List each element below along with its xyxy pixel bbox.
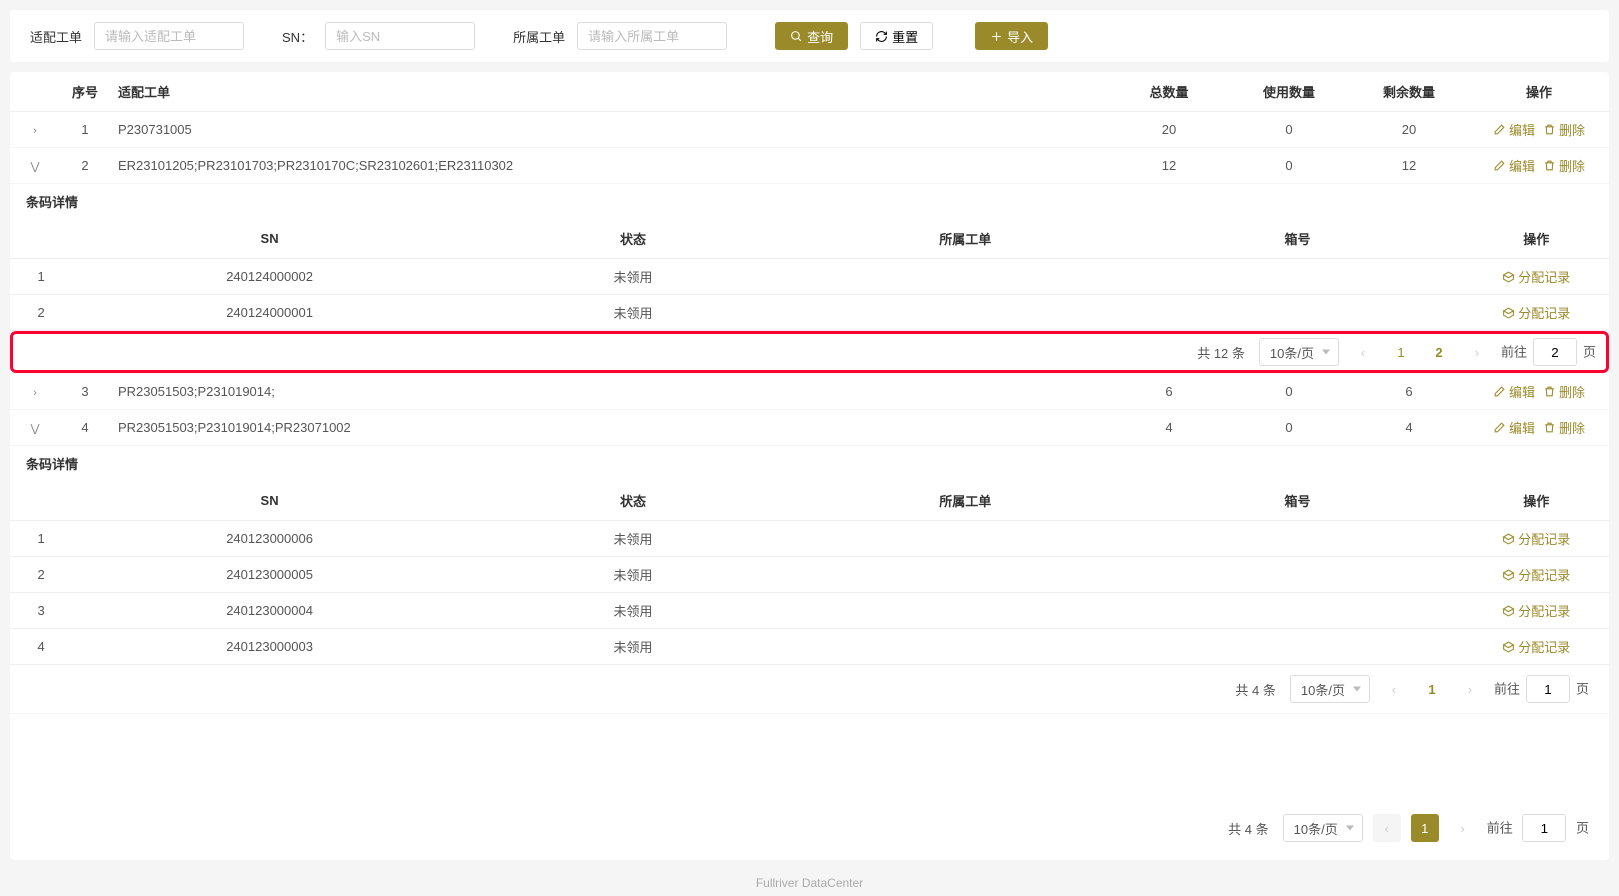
main-pagination: 共 4 条 10条/页 ‹ 1 › 前往 页 xyxy=(10,804,1609,852)
footer: Fullriver DataCenter xyxy=(0,870,1619,896)
import-button[interactable]: 导入 xyxy=(975,22,1048,50)
page-total: 共 4 条 xyxy=(1228,819,1268,838)
page-prev[interactable]: ‹ xyxy=(1373,814,1401,842)
page-prev[interactable]: ‹ xyxy=(1349,338,1377,366)
page-goto: 前往页 xyxy=(1501,338,1596,366)
detail-pagination: 共 12 条 10条/页 ‹ 12 › 前往页 xyxy=(10,331,1609,373)
main-table: 序号 适配工单 总数量 使用数量 剩余数量 操作 › 1 P230731005 … xyxy=(10,72,1609,714)
page-goto-input[interactable] xyxy=(1526,675,1570,703)
refresh-icon xyxy=(875,30,888,43)
alloc-button[interactable]: 分配记录 xyxy=(1502,303,1570,322)
page-goto: 前往 页 xyxy=(1487,814,1589,842)
page-1[interactable]: 1 xyxy=(1411,814,1439,842)
detail-row: 1 240123000006 未领用 分配记录 xyxy=(10,521,1609,557)
col-order: 适配工单 xyxy=(110,72,1109,112)
plus-icon xyxy=(990,30,1003,43)
search-icon xyxy=(790,30,803,43)
main-panel: 序号 适配工单 总数量 使用数量 剩余数量 操作 › 1 P230731005 … xyxy=(10,72,1609,860)
page-2[interactable]: 2 xyxy=(1425,338,1453,366)
owner-input[interactable] xyxy=(577,22,727,50)
col-total: 总数量 xyxy=(1109,72,1229,112)
table-row: › 3 PR23051503;P231019014; 6 0 6 编辑删除 xyxy=(10,374,1609,410)
page-total: 共 4 条 xyxy=(1235,680,1275,699)
page-1[interactable]: 1 xyxy=(1418,675,1446,703)
detail-title: 条码详情 xyxy=(10,184,1609,219)
expand-toggle[interactable]: ⋁ xyxy=(30,160,39,173)
alloc-button[interactable]: 分配记录 xyxy=(1502,601,1570,620)
detail-row: 3 240123000004 未领用 分配记录 xyxy=(10,593,1609,629)
edit-button[interactable]: 编辑 xyxy=(1493,156,1535,175)
table-row: › 1 P230731005 20 0 20 编辑删除 xyxy=(10,112,1609,148)
expand-toggle[interactable]: › xyxy=(33,387,37,399)
page-size-select[interactable]: 10条/页 xyxy=(1290,675,1370,703)
page-next[interactable]: › xyxy=(1456,675,1484,703)
sn-label: SN： xyxy=(282,27,313,46)
page-goto-input[interactable] xyxy=(1533,338,1577,366)
detail-row: 1 240124000002 未领用 分配记录 xyxy=(10,259,1609,295)
detail-pagination: 共 4 条 10条/页 ‹ 1 › 前往页 xyxy=(10,665,1609,713)
col-remain: 剩余数量 xyxy=(1349,72,1469,112)
table-row: ⋁ 2 ER23101205;PR23101703;PR2310170C;SR2… xyxy=(10,148,1609,184)
edit-button[interactable]: 编辑 xyxy=(1493,120,1535,139)
page-next[interactable]: › xyxy=(1449,814,1477,842)
alloc-button[interactable]: 分配记录 xyxy=(1502,267,1570,286)
expand-toggle[interactable]: › xyxy=(33,125,37,137)
page-total: 共 12 条 xyxy=(1197,343,1245,362)
detail-title: 条码详情 xyxy=(10,446,1609,481)
table-row: ⋁ 4 PR23051503;P231019014;PR23071002 4 0… xyxy=(10,410,1609,446)
delete-button[interactable]: 删除 xyxy=(1543,120,1585,139)
page-size-select[interactable]: 10条/页 xyxy=(1283,814,1363,842)
order-label: 适配工单 xyxy=(30,27,82,46)
delete-button[interactable]: 删除 xyxy=(1543,156,1585,175)
delete-button[interactable]: 删除 xyxy=(1543,382,1585,401)
detail-table: SN 状态 所属工单 箱号 操作 1 240124000002 未领用 分配记录… xyxy=(10,219,1609,331)
page-goto-input[interactable] xyxy=(1522,814,1566,842)
edit-button[interactable]: 编辑 xyxy=(1493,382,1535,401)
alloc-button[interactable]: 分配记录 xyxy=(1502,565,1570,584)
filter-bar: 适配工单 SN： 所属工单 查询 重置 导入 xyxy=(10,10,1609,62)
col-used: 使用数量 xyxy=(1229,72,1349,112)
expand-toggle[interactable]: ⋁ xyxy=(30,422,39,435)
sn-input[interactable] xyxy=(325,22,475,50)
detail-row: 2 240124000001 未领用 分配记录 xyxy=(10,295,1609,331)
reset-button[interactable]: 重置 xyxy=(860,22,933,50)
edit-button[interactable]: 编辑 xyxy=(1493,418,1535,437)
page-size-select[interactable]: 10条/页 xyxy=(1259,338,1339,366)
detail-row: 4 240123000003 未领用 分配记录 xyxy=(10,629,1609,665)
owner-label: 所属工单 xyxy=(513,27,565,46)
page-goto: 前往页 xyxy=(1494,675,1589,703)
detail-table: SN 状态 所属工单 箱号 操作 1 240123000006 未领用 分配记录… xyxy=(10,481,1609,665)
col-op: 操作 xyxy=(1469,72,1609,112)
alloc-button[interactable]: 分配记录 xyxy=(1502,637,1570,656)
alloc-button[interactable]: 分配记录 xyxy=(1502,529,1570,548)
query-button[interactable]: 查询 xyxy=(775,22,848,50)
page-next[interactable]: › xyxy=(1463,338,1491,366)
order-input[interactable] xyxy=(94,22,244,50)
delete-button[interactable]: 删除 xyxy=(1543,418,1585,437)
page-prev[interactable]: ‹ xyxy=(1380,675,1408,703)
page-1[interactable]: 1 xyxy=(1387,338,1415,366)
detail-row: 2 240123000005 未领用 分配记录 xyxy=(10,557,1609,593)
col-idx: 序号 xyxy=(60,72,110,112)
